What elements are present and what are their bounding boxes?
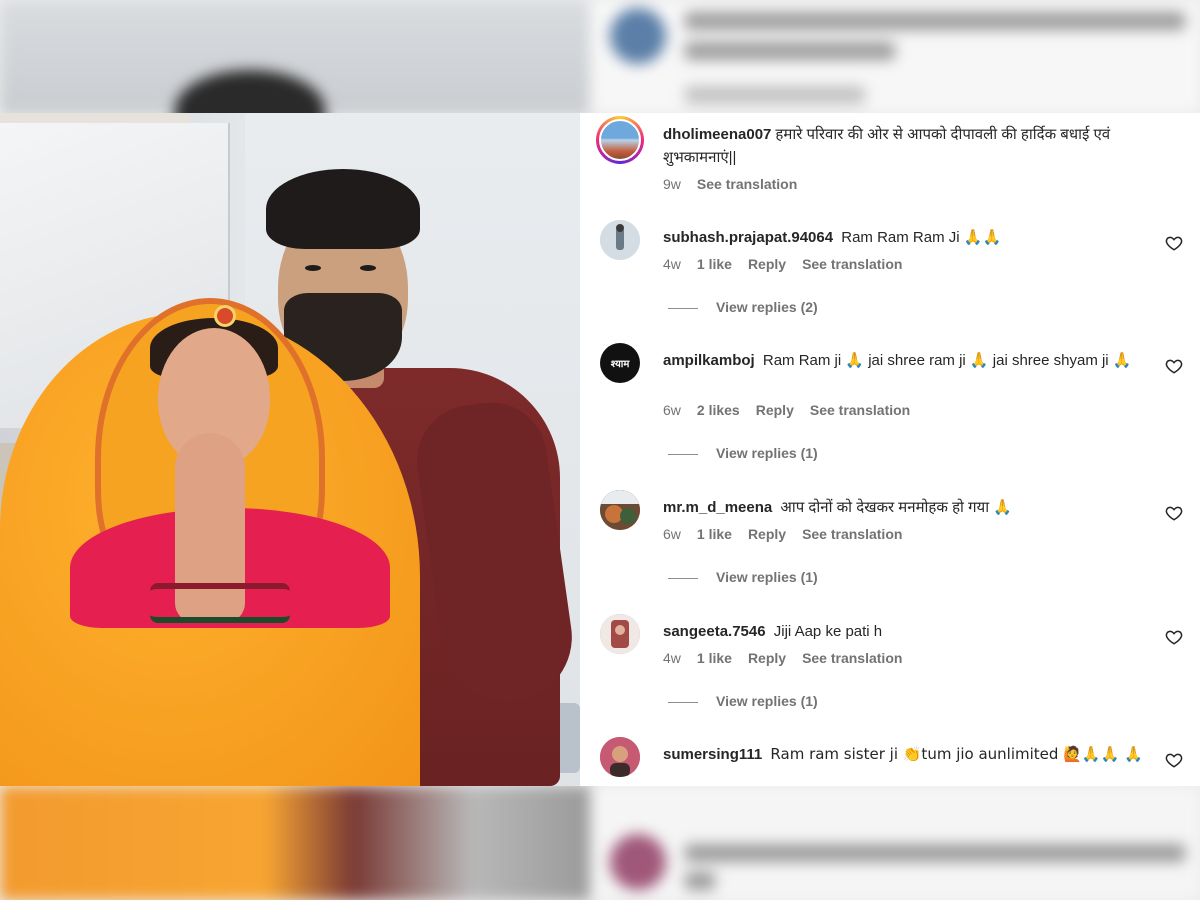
avatar-image [600,737,640,777]
blurred-text-line [685,872,715,890]
see-translation-button[interactable]: See translation [802,526,902,542]
view-replies-button[interactable]: View replies (1) [668,569,818,585]
view-replies-label: View replies (2) [716,299,818,315]
avatar-text: श्याम [610,359,630,370]
comment-text: Ram ram sister ji 👏tum jio aunlimited 🙋🙏… [770,745,1143,763]
heart-outline-icon[interactable] [1165,357,1183,375]
avatar[interactable] [600,220,640,260]
username[interactable]: mr.m_d_meena [663,499,772,516]
avatar[interactable] [596,116,644,164]
comment-age: 4w [663,256,681,272]
username[interactable]: subhash.prajapat.94064 [663,229,833,246]
blurred-comments-top [590,0,1200,112]
comment-body: dholimeena007 हमारे परिवार की ओर से आपको … [663,123,1153,169]
comment-text: Ram Ram ji 🙏 jai shree ram ji 🙏 jai shre… [762,352,1132,369]
reply-button[interactable]: Reply [748,526,786,542]
comment-age: 6w [663,526,681,542]
comment-emoji: 🙏 [993,498,1012,516]
view-replies-label: View replies (1) [716,569,818,585]
comment-item: श्याम ampilkamboj Ram Ram ji 🙏 jai shree… [580,343,1200,463]
comment-age: 6w [663,402,681,418]
comment-age: 4w [663,650,681,666]
avatar[interactable]: श्याम [600,343,640,383]
username[interactable]: sumersing111 [663,746,762,763]
comment-text: Ram Ram Ram Ji [841,229,960,246]
see-translation-button[interactable]: See translation [802,650,902,666]
reply-button[interactable]: Reply [748,650,786,666]
replies-divider [668,701,698,703]
comment-body: sumersing111 Ram ram sister ji 👏tum jio … [663,743,1153,766]
comment-body: sangeeta.7546 Jiji Aap ke pati h [663,620,1153,643]
blurred-avatar [610,8,666,64]
comment-meta: 6w 1 like Reply See translation [663,526,918,542]
view-replies-button[interactable]: View replies (1) [668,445,818,461]
username[interactable]: dholimeena007 [663,126,771,143]
man-hair [266,169,420,249]
reply-button[interactable]: Reply [756,402,794,418]
blurred-text-line [685,42,895,60]
avatar[interactable] [600,614,640,654]
comment-item: subhash.prajapat.94064 Ram Ram Ram Ji 🙏🙏… [580,220,1200,320]
replies-divider [668,577,698,579]
comment-meta: 9w See translation [663,176,813,192]
view-replies-button[interactable]: View replies (2) [668,299,818,315]
view-replies-label: View replies (1) [716,693,818,709]
woman-tikka [214,305,236,327]
comment-meta: 4w 1 like Reply See translation [663,256,918,272]
see-translation-button[interactable]: See translation [697,176,797,192]
avatar-image [599,119,641,161]
comment-age: 9w [663,176,681,192]
man-eye [360,265,376,271]
comment-body: ampilkamboj Ram Ram ji 🙏 jai shree ram j… [663,349,1153,372]
comment-text: Jiji Aap ke pati h [773,623,883,640]
username[interactable]: sangeeta.7546 [663,623,766,640]
reply-button[interactable]: Reply [748,256,786,272]
heart-outline-icon[interactable] [1165,234,1183,252]
see-translation-button[interactable]: See translation [810,402,910,418]
like-count[interactable]: 1 like [697,256,732,272]
comment-item: sangeeta.7546 Jiji Aap ke pati h 4w 1 lik… [580,614,1200,714]
replies-divider [668,307,698,309]
blurred-comments-bottom [590,786,1200,900]
avatar[interactable] [600,490,640,530]
blurred-text-line [685,86,865,104]
like-count[interactable]: 1 like [697,650,732,666]
avatar-image [600,490,640,530]
blurred-text-line [685,12,1185,30]
comment-emoji: 🙏🙏 [963,228,1002,246]
comments-panel: dholimeena007 हमारे परिवार की ओर से आपको … [580,113,1200,786]
blurred-text-line [685,844,1185,862]
like-count[interactable]: 1 like [697,526,732,542]
caption-comment: dholimeena007 हमारे परिवार की ओर से आपको … [580,116,1200,207]
comment-item: sumersing111 Ram ram sister ji 👏tum jio … [580,737,1200,786]
avatar[interactable] [600,737,640,777]
comment-meta: 4w 1 like Reply See translation [663,650,918,666]
blurred-photo-bottom [0,786,590,900]
heart-outline-icon[interactable] [1165,751,1183,769]
comment-meta: 6w 2 likes Reply See translation [663,402,926,418]
blurred-avatar [610,834,666,890]
comment-text: आप दोनों को देखकर मनमोहक हो गया [780,499,990,516]
comment-body: subhash.prajapat.94064 Ram Ram Ram Ji 🙏🙏 [663,226,1153,249]
woman-bangles [150,583,290,623]
replies-divider [668,453,698,455]
heart-outline-icon[interactable] [1165,504,1183,522]
man-eye [305,265,321,271]
comment-body: mr.m_d_meena आप दोनों को देखकर मनमोहक हो… [663,496,1153,519]
username[interactable]: ampilkamboj [663,352,755,369]
avatar-image [600,220,640,260]
view-replies-button[interactable]: View replies (1) [668,693,818,709]
heart-outline-icon[interactable] [1165,628,1183,646]
avatar-image [600,614,640,654]
view-replies-label: View replies (1) [716,445,818,461]
see-translation-button[interactable]: See translation [802,256,902,272]
comment-item: mr.m_d_meena आप दोनों को देखकर मनमोहक हो… [580,490,1200,590]
like-count[interactable]: 2 likes [697,402,740,418]
post-photo [0,113,580,786]
